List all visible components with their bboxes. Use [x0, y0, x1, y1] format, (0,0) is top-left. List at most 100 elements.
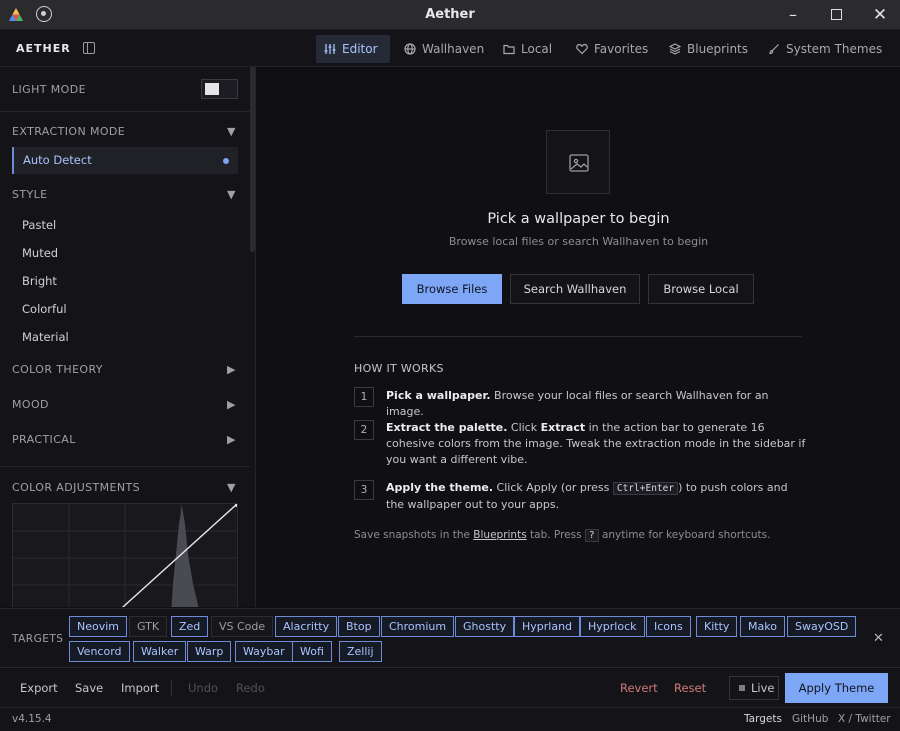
target-chip-zellij[interactable]: Zellij	[339, 641, 382, 662]
footnote-text: anytime for keyboard shortcuts.	[598, 529, 771, 541]
how-it-works-title: HOW IT WORKS	[354, 362, 444, 375]
window-title: Aether	[425, 7, 475, 22]
step-2-text: Extract the palette. Click Extract in th…	[386, 420, 806, 468]
kbd-ctrl-enter: Ctrl+Enter	[612, 482, 679, 495]
undo-button[interactable]: Undo	[188, 681, 218, 695]
kbd-question: ?	[584, 529, 599, 542]
step-2-extract: Extract	[540, 421, 586, 434]
main-panel: Pick a wallpaper to begin Browse local f…	[257, 67, 900, 607]
tab-favorites[interactable]: Favorites	[568, 35, 656, 63]
step-3-body: (or press	[557, 481, 613, 494]
light-mode-toggle[interactable]	[201, 79, 238, 99]
divider	[171, 680, 172, 696]
tab-editor[interactable]: Editor	[316, 35, 390, 63]
target-chip-zed[interactable]: Zed	[171, 616, 209, 637]
sidebar-toggle-icon[interactable]	[83, 42, 95, 54]
target-chip-btop[interactable]: Btop	[338, 616, 380, 637]
step-3-text: Apply the theme. Click Apply (or press C…	[386, 480, 806, 513]
import-button[interactable]: Import	[121, 681, 159, 695]
divider	[0, 466, 250, 467]
target-chip-ghostty[interactable]: Ghostty	[455, 616, 515, 637]
target-chip-icons[interactable]: Icons	[646, 616, 691, 637]
github-link[interactable]: GitHub	[792, 713, 828, 725]
redo-button[interactable]: Redo	[236, 681, 265, 695]
tab-system-themes[interactable]: System Themes	[760, 35, 890, 63]
target-chip-hyprland[interactable]: Hyprland	[514, 616, 581, 637]
maximize-icon	[830, 9, 842, 20]
style-item-muted[interactable]: Muted	[22, 246, 58, 260]
minimize-button[interactable]: –	[783, 5, 803, 25]
step-1-heading: Pick a wallpaper.	[386, 389, 491, 402]
chevron-right-icon[interactable]: ▶	[227, 398, 235, 411]
close-window-button[interactable]: ✕	[870, 5, 890, 25]
sidebar-scrollbar[interactable]	[250, 67, 255, 252]
export-button[interactable]: Export	[20, 681, 58, 695]
target-chip-alacritty[interactable]: Alacritty	[275, 616, 338, 637]
target-chip-chromium[interactable]: Chromium	[381, 616, 455, 637]
target-chip-gtk[interactable]: GTK	[129, 616, 168, 637]
save-button[interactable]: Save	[75, 681, 103, 695]
tab-wallhaven[interactable]: Wallhaven	[396, 35, 492, 63]
target-chip-hyprlock[interactable]: Hyprlock	[580, 616, 645, 637]
folder-icon	[503, 44, 515, 55]
chevron-right-icon[interactable]: ▶	[227, 363, 235, 376]
target-chip-warp[interactable]: Warp	[187, 641, 232, 662]
light-mode-label: LIGHT MODE	[12, 83, 86, 96]
target-chip-neovim[interactable]: Neovim	[69, 616, 128, 637]
color-theory-label[interactable]: COLOR THEORY	[12, 363, 103, 376]
targets-label: TARGETS	[12, 633, 64, 645]
style-item-pastel[interactable]: Pastel	[22, 218, 56, 232]
globe-icon	[404, 43, 416, 55]
extraction-mode-auto-detect[interactable]: Auto Detect	[12, 147, 238, 174]
reset-button[interactable]: Reset	[674, 681, 706, 695]
sidebar: LIGHT MODE EXTRACTION MODE ▼ Auto Detect…	[0, 67, 256, 607]
target-chip-wofi[interactable]: Wofi	[292, 641, 332, 662]
style-item-colorful[interactable]: Colorful	[22, 302, 67, 316]
tab-system-themes-label: System Themes	[786, 42, 883, 56]
version-label: v4.15.4	[12, 713, 52, 725]
browse-local-button[interactable]: Browse Local	[648, 274, 754, 304]
style-item-material[interactable]: Material	[22, 330, 69, 344]
browse-files-button[interactable]: Browse Files	[402, 274, 502, 304]
tab-blueprints[interactable]: Blueprints	[661, 35, 756, 63]
tab-local[interactable]: Local	[495, 35, 560, 63]
tab-local-label: Local	[521, 42, 553, 56]
chevron-right-icon[interactable]: ▶	[227, 433, 235, 446]
search-wallhaven-button[interactable]: Search Wallhaven	[510, 274, 640, 304]
target-chip-vs-code[interactable]: VS Code	[211, 616, 274, 637]
style-label[interactable]: STYLE	[12, 188, 48, 201]
practical-label[interactable]: PRACTICAL	[12, 433, 76, 446]
empty-state-title: Pick a wallpaper to begin	[487, 211, 670, 227]
chevron-down-icon[interactable]: ▼	[227, 188, 235, 201]
twitter-link[interactable]: X / Twitter	[838, 713, 891, 725]
style-item-bright[interactable]: Bright	[22, 274, 57, 288]
wallpaper-placeholder[interactable]	[546, 130, 610, 194]
target-chip-waybar[interactable]: Waybar	[235, 641, 293, 662]
blueprints-link[interactable]: Blueprints	[473, 529, 526, 541]
target-chip-vencord[interactable]: Vencord	[69, 641, 130, 662]
apply-theme-button[interactable]: Apply Theme	[785, 673, 888, 703]
chevron-down-icon[interactable]: ▼	[227, 125, 235, 138]
target-chip-mako[interactable]: Mako	[740, 616, 785, 637]
live-toggle-button[interactable]: Live	[729, 676, 779, 700]
footnote-text: tab. Press	[526, 529, 585, 541]
close-icon[interactable]: ✕	[873, 631, 884, 646]
maximize-button[interactable]	[826, 5, 846, 25]
targets-link[interactable]: Targets	[744, 713, 782, 725]
step-number: 1	[354, 387, 374, 407]
revert-button[interactable]: Revert	[620, 681, 658, 695]
empty-state-subtitle: Browse local files or search Wallhaven t…	[448, 235, 709, 248]
selected-dot-icon	[223, 158, 229, 164]
target-chip-walker[interactable]: Walker	[133, 641, 187, 662]
color-adjustments-label[interactable]: COLOR ADJUSTMENTS	[12, 481, 140, 494]
chevron-down-icon[interactable]: ▼	[227, 481, 235, 494]
target-chip-swayosd[interactable]: SwayOSD	[787, 616, 857, 637]
target-chip-kitty[interactable]: Kitty	[696, 616, 738, 637]
extraction-mode-label[interactable]: EXTRACTION MODE	[12, 125, 125, 138]
curve-graph	[13, 504, 237, 607]
tab-blueprints-label: Blueprints	[687, 42, 749, 56]
color-curve-editor[interactable]	[12, 503, 238, 607]
step-3-body: Click	[493, 481, 527, 494]
mood-label[interactable]: MOOD	[12, 398, 49, 411]
targets-bar: TARGETS Neovim GTK Zed VS Code Alacritty…	[0, 608, 900, 668]
